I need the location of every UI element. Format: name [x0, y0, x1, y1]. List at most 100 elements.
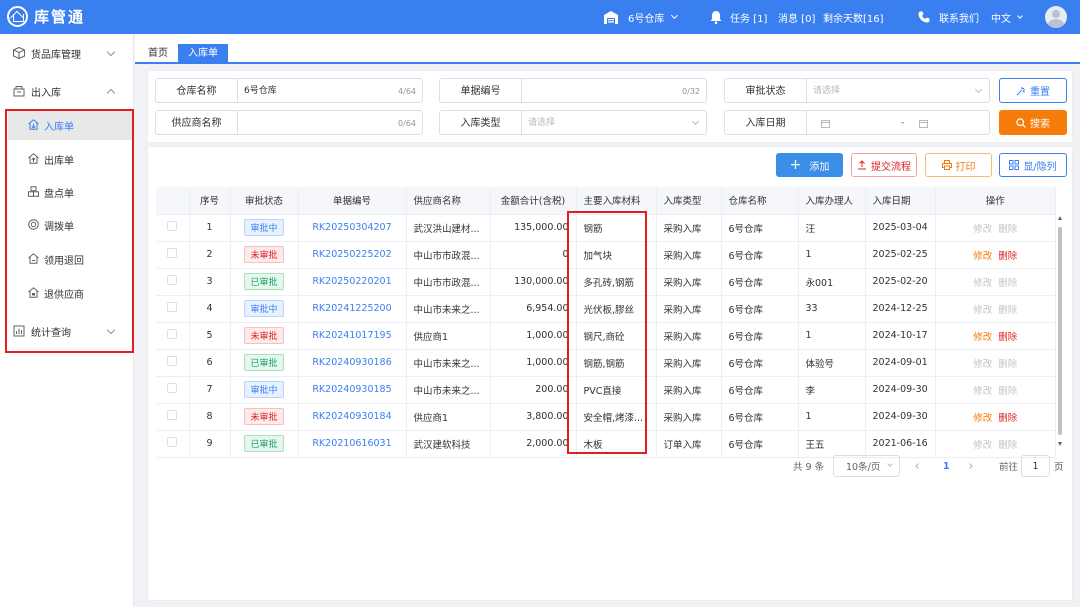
print-button[interactable]: 打印: [925, 153, 992, 177]
status-badge: 审批中: [244, 219, 284, 236]
page-number-current[interactable]: 1: [943, 455, 950, 477]
row-checkbox[interactable]: [167, 275, 178, 285]
row-checkbox-cell[interactable]: [156, 241, 190, 269]
edit-button[interactable]: 修改: [973, 224, 992, 235]
docno-link[interactable]: RK20250304207: [312, 222, 391, 233]
row-checkbox[interactable]: [167, 437, 178, 447]
docno-link[interactable]: RK20250225202: [312, 249, 391, 260]
docno-link[interactable]: RK20240930184: [312, 411, 391, 422]
type-cell: 采购入库: [656, 214, 722, 242]
docno-cell[interactable]: RK20240930184: [298, 403, 407, 431]
submit-flow-label: 提交流程: [871, 161, 911, 173]
status-select[interactable]: 请选择: [806, 78, 990, 103]
prev-page-button[interactable]: [915, 455, 921, 477]
row-checkbox-cell[interactable]: [156, 295, 190, 323]
edit-button[interactable]: 修改: [973, 332, 992, 343]
docno-link[interactable]: RK20240930185: [312, 384, 391, 395]
type-select[interactable]: 请选择: [521, 110, 707, 135]
delete-button[interactable]: 删除: [998, 413, 1017, 424]
row-checkbox-cell[interactable]: [156, 322, 190, 350]
docno-cell[interactable]: RK20210616031: [298, 430, 407, 458]
columns-toggle-button[interactable]: 显/隐列: [999, 153, 1067, 177]
supplier-cell: 武汉洪山建材...: [406, 214, 491, 242]
contact-link[interactable]: 联系我们: [918, 0, 979, 34]
language-selector[interactable]: 中文: [991, 0, 1023, 34]
edit-button[interactable]: 修改: [973, 359, 992, 370]
add-button[interactable]: + 添加: [776, 153, 843, 177]
ops-cell: 修改 删除: [935, 322, 1056, 350]
message-link[interactable]: 消息 [0]: [778, 0, 815, 34]
user-avatar[interactable]: [1045, 6, 1067, 28]
warehouse-logo-icon: [7, 6, 28, 27]
task-link[interactable]: 任务 [1]: [710, 0, 767, 34]
handler-cell: 王五: [798, 430, 866, 458]
docno-cell[interactable]: RK20250225202: [298, 241, 407, 269]
edit-button[interactable]: 修改: [973, 305, 992, 316]
edit-button[interactable]: 修改: [973, 440, 992, 451]
edit-button[interactable]: 修改: [973, 413, 992, 424]
edit-button[interactable]: 修改: [973, 278, 992, 289]
delete-button[interactable]: 删除: [998, 305, 1017, 316]
next-page-button[interactable]: [967, 455, 973, 477]
scroll-down-icon[interactable]: [1058, 442, 1062, 446]
delete-button[interactable]: 删除: [998, 278, 1017, 289]
docno-cell[interactable]: RK20240930185: [298, 376, 407, 404]
app-logo[interactable]: 库管通: [7, 6, 85, 27]
docno-cell[interactable]: RK20250220201: [298, 268, 407, 296]
row-checkbox[interactable]: [167, 410, 178, 420]
row-checkbox[interactable]: [167, 383, 178, 393]
docno-link[interactable]: RK20240930186: [312, 357, 391, 368]
row-checkbox[interactable]: [167, 356, 178, 366]
tab-bar: 首页 入库单: [135, 34, 1080, 64]
edit-button[interactable]: 修改: [973, 251, 992, 262]
delete-button[interactable]: 删除: [998, 332, 1017, 343]
delete-button[interactable]: 删除: [998, 224, 1017, 235]
docno-input[interactable]: 0/32: [521, 78, 707, 103]
delete-button[interactable]: 删除: [998, 359, 1017, 370]
row-checkbox[interactable]: [167, 248, 178, 258]
warehouse-input[interactable]: 6号仓库 4/64: [237, 78, 423, 103]
row-checkbox-cell[interactable]: [156, 349, 190, 377]
supplier-input[interactable]: 0/64: [237, 110, 423, 135]
docno-link[interactable]: RK20210616031: [312, 438, 391, 449]
row-checkbox-cell[interactable]: [156, 214, 190, 242]
scroll-up-icon[interactable]: [1058, 216, 1062, 220]
reset-button[interactable]: 重置: [999, 78, 1067, 103]
page-size-select[interactable]: 10条/页: [833, 455, 900, 477]
row-checkbox[interactable]: [167, 221, 178, 231]
date-range-input[interactable]: -: [806, 110, 990, 135]
delete-button[interactable]: 删除: [998, 440, 1017, 451]
ops-cell: 修改 删除: [935, 403, 1056, 431]
delete-button[interactable]: 删除: [998, 251, 1017, 262]
docno-link[interactable]: RK20250220201: [312, 276, 391, 287]
row-checkbox-cell[interactable]: [156, 430, 190, 458]
add-label: 添加: [809, 161, 830, 173]
search-button[interactable]: 搜索: [999, 110, 1067, 135]
row-checkbox[interactable]: [167, 302, 178, 312]
sidebar-item-goods[interactable]: 货品库管理: [0, 38, 134, 68]
edit-button[interactable]: 修改: [973, 386, 992, 397]
tab-home[interactable]: 首页: [138, 44, 178, 64]
goto-page-input[interactable]: 1: [1021, 455, 1050, 477]
row-checkbox-cell[interactable]: [156, 403, 190, 431]
submit-flow-button[interactable]: 提交流程: [851, 153, 917, 177]
chevron-left-icon: [915, 463, 921, 469]
row-checkbox[interactable]: [167, 329, 178, 339]
status-badge: 未审批: [244, 408, 284, 425]
docno-cell[interactable]: RK20240930186: [298, 349, 407, 377]
row-no: 4: [189, 295, 231, 323]
row-checkbox-cell[interactable]: [156, 268, 190, 296]
docno-cell[interactable]: RK20241017195: [298, 322, 407, 350]
docno-link[interactable]: RK20241225200: [312, 303, 391, 314]
delete-button[interactable]: 删除: [998, 386, 1017, 397]
docno-cell[interactable]: RK20241225200: [298, 295, 407, 323]
warehouse-cell: 6号仓库: [721, 403, 799, 431]
scrollbar-thumb[interactable]: [1058, 227, 1062, 435]
status-placeholder: 请选择: [813, 86, 841, 96]
docno-link[interactable]: RK20241017195: [312, 330, 391, 341]
row-checkbox-cell[interactable]: [156, 376, 190, 404]
docno-cell[interactable]: RK20250304207: [298, 214, 407, 242]
sidebar-item-inout[interactable]: 出入库: [0, 76, 134, 106]
tab-inbound[interactable]: 入库单: [178, 44, 228, 64]
warehouse-selector[interactable]: 6号仓库: [604, 0, 679, 34]
